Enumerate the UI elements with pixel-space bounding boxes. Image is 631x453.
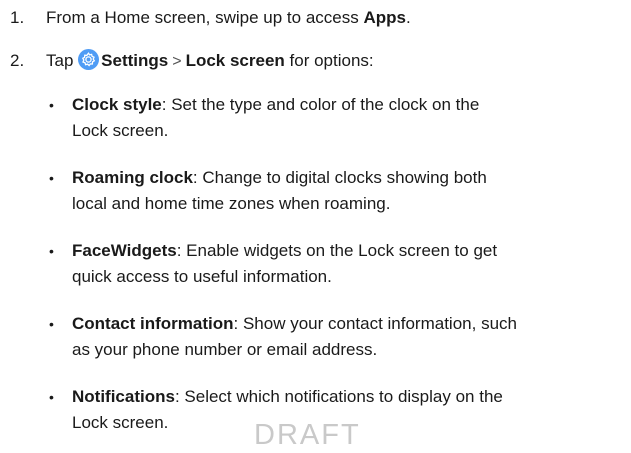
step-2-text: Tap Settings > Lock screen for options: [46,48,631,75]
instruction-page: 1. From a Home screen, swipe up to acces… [0,0,631,453]
settings-gear-icon [78,49,100,70]
option-description: : Enable widgets on the Lock screen to g… [176,241,498,260]
step-2-number: 2. [10,51,25,70]
option-description: : Show your contact information, such [233,314,517,333]
option-description: : Change to digital clocks showing both [192,168,487,187]
step-1-number: 1. [10,8,25,27]
bullet-dot: • [49,389,54,405]
settings-label: Settings [101,51,169,70]
option-description: : Set the type and color of the clock on… [161,95,480,114]
bullet-dot: • [49,316,54,332]
option-description-continued: local and home time zones when roaming. [72,194,391,213]
option-term: Notifications [72,387,175,406]
step-2-suffix: for options: [284,51,374,70]
option-description: : Select which notifications to display … [174,387,503,406]
option-description-continued: Lock screen. [72,121,169,140]
lock-screen-label: Lock screen [185,51,285,70]
bullet-dot: • [49,170,54,186]
draft-watermark: DRAFT [254,419,361,451]
step-2-prefix: Tap [46,51,74,70]
option-term: FaceWidgets [72,241,177,260]
step-1-suffix: . [405,8,411,27]
breadcrumb-separator: > [172,53,182,70]
step-1-text: From a Home screen, swipe up to access A… [46,5,631,31]
bullet-dot: • [49,97,54,113]
bullet-dot: • [49,243,54,259]
option-term: Clock style [72,95,162,114]
option-term: Roaming clock [72,168,193,187]
step-1-prefix: From a Home screen, swipe up to access [46,8,364,27]
option-description-continued: quick access to useful information. [72,267,332,286]
option-term: Contact information [72,314,234,333]
apps-label: Apps [363,8,406,27]
option-description-continued: as your phone number or email address. [72,340,378,359]
